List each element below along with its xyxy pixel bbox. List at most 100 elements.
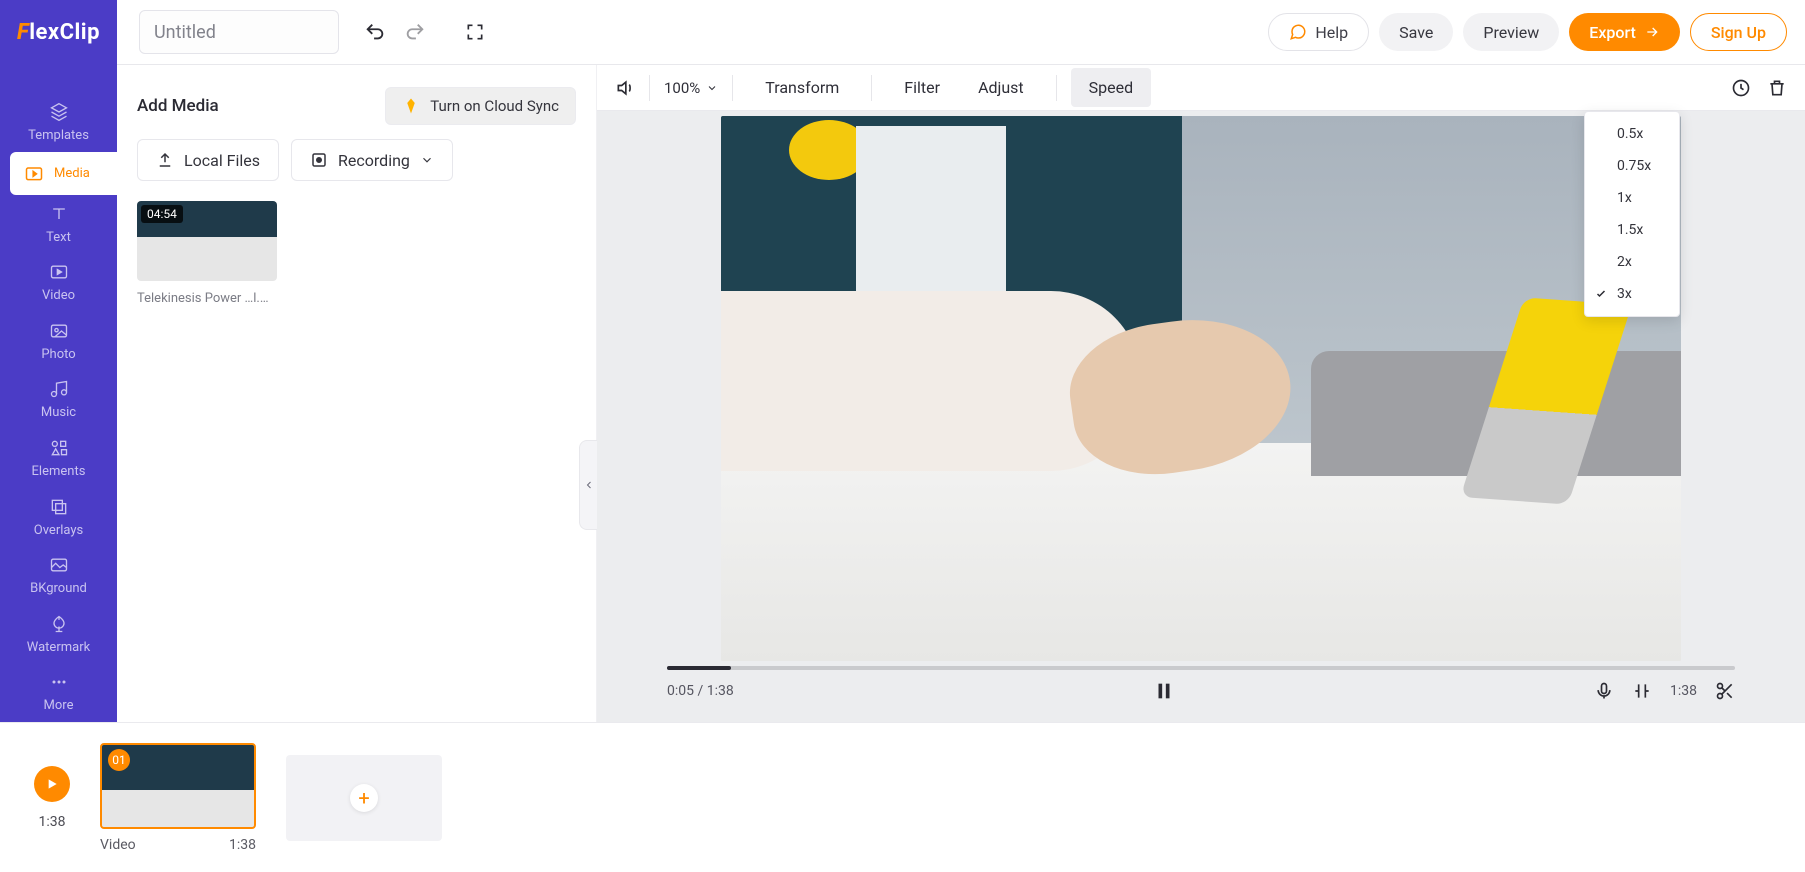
music-icon xyxy=(49,379,69,399)
sidebar-item-text[interactable]: Text xyxy=(0,195,117,254)
timeline-clip[interactable]: 01 Video 1:38 xyxy=(100,743,256,853)
upload-icon xyxy=(156,151,174,169)
trash-icon[interactable] xyxy=(1767,78,1787,98)
timeline: 1:38 01 Video 1:38 + xyxy=(0,722,1805,872)
tab-speed[interactable]: Speed xyxy=(1071,68,1151,107)
signup-label: Sign Up xyxy=(1711,23,1766,42)
canvas-area: 100% Transform Filter Adjust Speed 0.5x xyxy=(597,65,1805,722)
local-files-button[interactable]: Local Files xyxy=(137,139,279,181)
sidebar-label: BKground xyxy=(30,581,87,596)
check-icon xyxy=(1595,288,1607,300)
tab-transform[interactable]: Transform xyxy=(747,68,857,107)
chat-icon xyxy=(1289,23,1307,41)
sidebar-label: Music xyxy=(41,405,76,420)
mic-icon[interactable] xyxy=(1594,681,1614,701)
diamond-icon xyxy=(402,97,420,115)
redo-icon[interactable] xyxy=(397,14,433,50)
sidebar-item-templates[interactable]: Templates xyxy=(0,93,117,152)
local-files-label: Local Files xyxy=(184,151,260,170)
sidebar-label: Video xyxy=(42,288,75,303)
sidebar-item-photo[interactable]: Photo xyxy=(0,312,117,371)
media-caption: Telekinesis Power …l.mp4 xyxy=(137,291,277,306)
signup-button[interactable]: Sign Up xyxy=(1690,13,1787,51)
overlay-icon xyxy=(49,497,69,517)
sidebar-item-music[interactable]: Music xyxy=(0,371,117,430)
scissors-icon[interactable] xyxy=(1715,681,1735,701)
save-label: Save xyxy=(1399,23,1433,42)
clip-thumbnail: 01 xyxy=(100,743,256,829)
sidebar-item-elements[interactable]: Elements xyxy=(0,429,117,488)
help-label: Help xyxy=(1315,23,1348,42)
fullscreen-icon[interactable] xyxy=(457,14,493,50)
sidebar-item-watermark[interactable]: Watermark xyxy=(0,605,117,664)
clip-label: Video xyxy=(100,837,136,853)
volume-icon[interactable] xyxy=(615,78,635,98)
history-controls xyxy=(357,14,493,50)
project-title-input[interactable] xyxy=(139,10,339,54)
sidebar-item-bkground[interactable]: BKground xyxy=(0,546,117,605)
tab-filter[interactable]: Filter xyxy=(886,68,958,107)
sidebar-label: Photo xyxy=(41,347,75,362)
speed-option[interactable]: 3x xyxy=(1585,278,1679,310)
cloud-sync-label: Turn on Cloud Sync xyxy=(430,97,559,115)
plus-icon: + xyxy=(350,784,378,812)
sidebar-item-video[interactable]: Video xyxy=(0,254,117,313)
split-icon[interactable] xyxy=(1632,681,1652,701)
cloud-sync-button[interactable]: Turn on Cloud Sync xyxy=(385,87,576,125)
speed-dropdown: 0.5x 0.75x 1x 1.5x 2x 3x xyxy=(1584,111,1680,317)
progress-bar[interactable] xyxy=(667,666,1735,670)
chevron-down-icon xyxy=(706,82,718,94)
speed-option[interactable]: 0.5x xyxy=(1585,118,1679,150)
speed-option[interactable]: 0.75x xyxy=(1585,150,1679,182)
brand-logo[interactable]: FlexClip xyxy=(0,0,117,65)
tab-adjust[interactable]: Adjust xyxy=(960,68,1042,107)
zoom-control[interactable]: 100% xyxy=(664,79,718,97)
timeline-total-time: 1:38 xyxy=(39,814,66,830)
app-body: Templates Media Text Video Photo Music E… xyxy=(0,65,1805,722)
speed-option[interactable]: 1x xyxy=(1585,182,1679,214)
left-sidebar: Templates Media Text Video Photo Music E… xyxy=(0,65,117,722)
image-icon xyxy=(49,321,69,341)
export-button[interactable]: Export xyxy=(1569,13,1680,51)
app-header: FlexClip Help Save Preview Export Sign U… xyxy=(0,0,1805,65)
preview-label: Preview xyxy=(1483,23,1539,42)
chevron-down-icon xyxy=(420,153,434,167)
sidebar-item-overlays[interactable]: Overlays xyxy=(0,488,117,547)
recording-label: Recording xyxy=(338,151,410,170)
play-icon xyxy=(44,776,60,792)
sidebar-label: Overlays xyxy=(34,523,83,538)
more-icon xyxy=(49,672,69,692)
timeline-play-button[interactable] xyxy=(34,766,70,802)
time-display: 0:05 / 1:38 xyxy=(667,683,734,699)
canvas-toolbar: 100% Transform Filter Adjust Speed 0.5x xyxy=(597,65,1805,111)
help-button[interactable]: Help xyxy=(1268,13,1369,51)
watermark-icon xyxy=(49,614,69,634)
save-button[interactable]: Save xyxy=(1379,13,1453,51)
video-preview[interactable] xyxy=(721,116,1681,661)
media-item[interactable]: 04:54 Telekinesis Power …l.mp4 xyxy=(137,201,277,306)
add-clip-button[interactable]: + xyxy=(286,755,442,841)
preview-button[interactable]: Preview xyxy=(1463,13,1559,51)
collapse-panel-handle[interactable] xyxy=(579,440,597,530)
sidebar-label: Templates xyxy=(28,128,89,143)
pause-icon xyxy=(1153,680,1175,702)
arrow-right-icon xyxy=(1644,24,1660,40)
clip-end-time: 1:38 xyxy=(1670,683,1697,699)
speed-option[interactable]: 1.5x xyxy=(1585,214,1679,246)
play-rect-icon xyxy=(49,262,69,282)
folder-play-icon xyxy=(24,163,44,183)
clip-duration: 1:38 xyxy=(229,837,256,853)
sidebar-item-media[interactable]: Media xyxy=(10,152,117,195)
sidebar-label: Media xyxy=(54,166,90,181)
shapes-icon xyxy=(49,438,69,458)
progress-fill xyxy=(667,666,731,670)
history-icon[interactable] xyxy=(1731,78,1751,98)
export-label: Export xyxy=(1589,23,1636,42)
pause-button[interactable] xyxy=(1153,680,1175,702)
chevron-left-icon xyxy=(583,479,595,491)
sidebar-item-more[interactable]: More xyxy=(0,664,117,723)
undo-icon[interactable] xyxy=(357,14,393,50)
speed-option[interactable]: 2x xyxy=(1585,246,1679,278)
recording-button[interactable]: Recording xyxy=(291,139,453,181)
text-icon xyxy=(49,204,69,224)
